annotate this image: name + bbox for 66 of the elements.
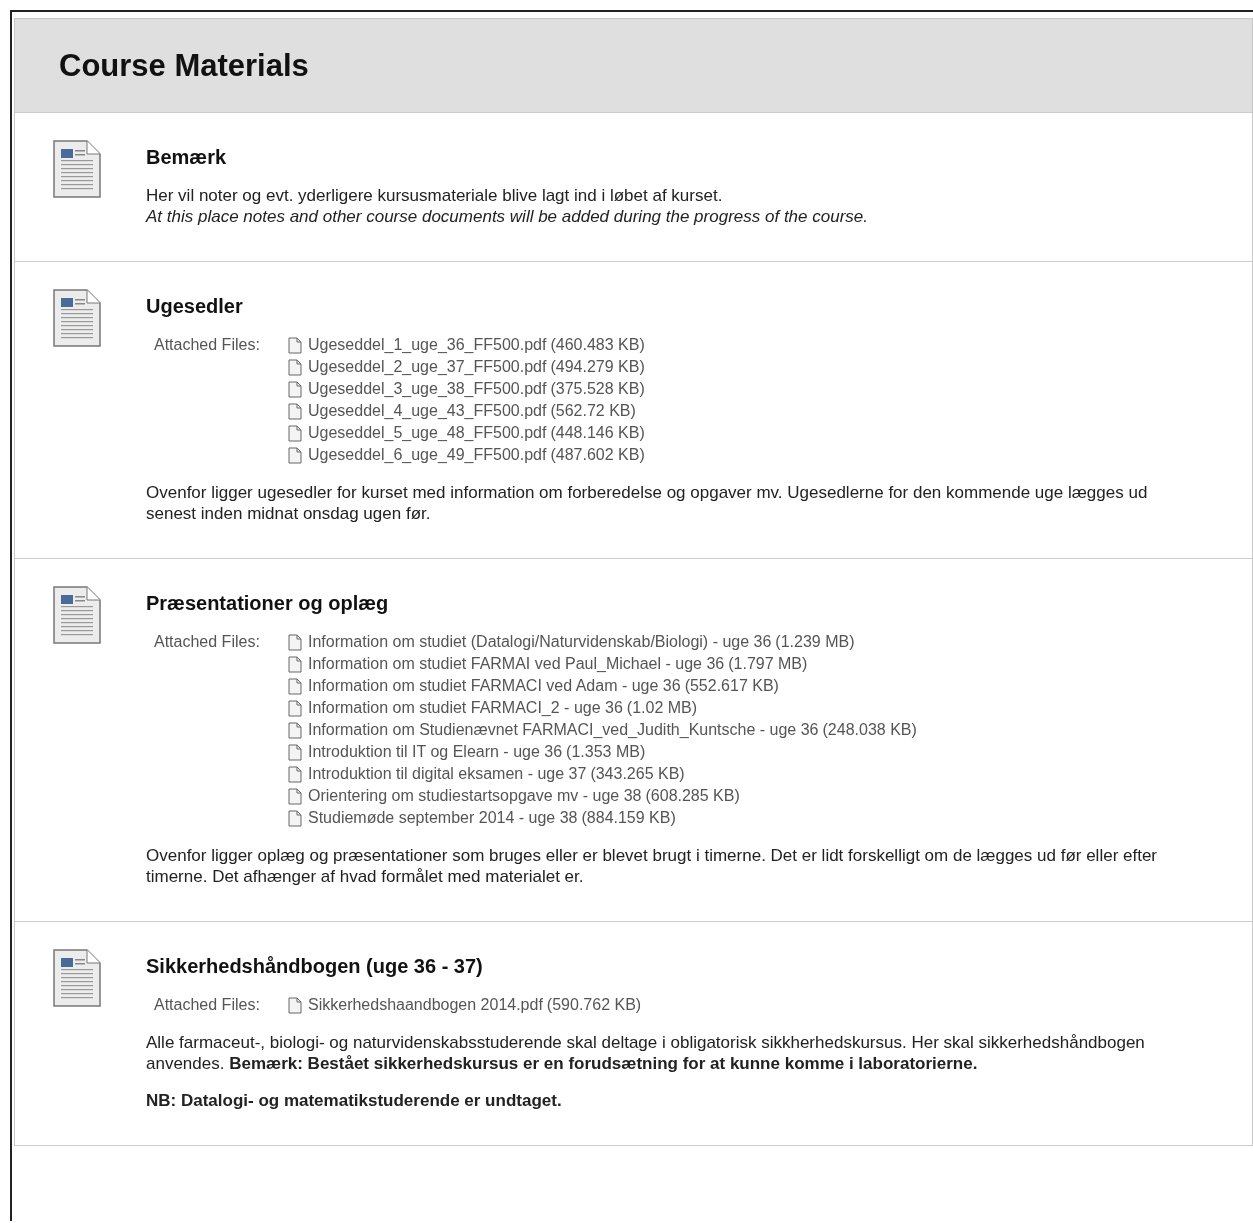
file-size: (460.483 KB): [550, 336, 645, 354]
file-link[interactable]: Introduktion til digital eksamen - uge 37: [308, 765, 587, 783]
file-link[interactable]: Introduktion til IT og Elearn - uge 36: [308, 743, 563, 761]
file-icon: [288, 765, 302, 783]
description-text: Ovenfor ligger ugesedler for kurset med information om forberedelse og opgaver mv. Ugesedlerne for den kommende uge lægges ud senest inden midnat onsdag ugen før.: [146, 482, 1149, 524]
file-icon: [288, 336, 302, 354]
document-icon: [53, 586, 101, 644]
file-icon: [288, 787, 302, 805]
document-icon: [53, 289, 101, 347]
file-size: (487.602 KB): [550, 446, 645, 464]
file-link[interactable]: Orientering om studiestartsopgave mv - uge 38: [308, 787, 642, 805]
file-link[interactable]: Ugeseddel_5_uge_48_FF500.pdf: [308, 424, 547, 442]
file-link[interactable]: Information om studiet FARMACI_2 - uge 36: [308, 699, 623, 717]
document-icon: [53, 140, 101, 198]
file-link[interactable]: Information om studiet (Datalogi/Naturvidenskab/Biologi) - uge 36: [308, 633, 772, 651]
attached-files-label: Attached Files:: [154, 995, 261, 1015]
item-title[interactable]: Sikkerhedshåndbogen (uge 36 - 37): [146, 955, 1192, 978]
file-size: (343.265 KB): [590, 765, 685, 783]
document-icon: [53, 949, 101, 1007]
file-size: (590.762 KB): [546, 996, 642, 1014]
file-icon: [288, 358, 302, 376]
file-link[interactable]: Ugeseddel_4_uge_43_FF500.pdf: [308, 402, 547, 420]
item-title[interactable]: Ugesedler: [146, 295, 1192, 318]
description-text: NB: Datalogi- og matematikstuderende er undtaget.: [146, 1090, 563, 1111]
file-link[interactable]: Sikkerhedshaandbogen 2014.pdf: [308, 996, 543, 1014]
file-icon: [288, 743, 302, 761]
file-size: (494.279 KB): [550, 358, 645, 376]
file-icon: [288, 699, 302, 717]
attached-files-label: Attached Files:: [154, 632, 261, 652]
file-size: (1.239 MB): [775, 633, 855, 651]
file-size: (608.285 KB): [645, 787, 740, 805]
file-size: (248.038 KB): [822, 721, 917, 739]
file-icon: [288, 677, 302, 695]
file-icon: [288, 996, 302, 1014]
description-text: Alle farmaceut-, biologi- og naturvidenskabsstuderende skal deltage i obligatorisk sikkherhedskursus. Her skal sikkerhedshåndbogen anvendes. Bemærk: Bestået sikkerhedskursus er en forudsætning for at kunne komme i laboratorierne.: [146, 1032, 1146, 1074]
file-icon: [288, 402, 302, 420]
file-link[interactable]: Ugeseddel_2_uge_37_FF500.pdf: [308, 358, 547, 376]
file-size: (562.72 KB): [550, 402, 636, 420]
attached-files-label: Attached Files:: [154, 335, 261, 355]
file-size: (1.02 MB): [626, 699, 698, 717]
file-icon: [288, 633, 302, 651]
file-icon: [288, 721, 302, 739]
description-text: Her vil noter og evt. yderligere kursusmateriale blive lagt ind i løbet af kurset.: [146, 185, 724, 206]
file-icon: [288, 424, 302, 442]
file-size: (1.353 MB): [566, 743, 646, 761]
file-size: (884.159 KB): [581, 809, 676, 827]
file-icon: [288, 809, 302, 827]
file-link[interactable]: Studiemøde september 2014 - uge 38: [308, 809, 578, 827]
file-link[interactable]: Information om studiet FARMACI ved Adam - uge 36: [308, 677, 681, 695]
file-size: (552.617 KB): [684, 677, 779, 695]
file-icon: [288, 380, 302, 398]
description-text: Ovenfor ligger oplæg og præsentationer som bruges eller er blevet brugt i timerne. Det er lidt forskelligt om de lægges ud før eller efter timerne. Det afhænger af hvad formålet med materialet er.: [146, 845, 1159, 887]
file-link[interactable]: Ugeseddel_6_uge_49_FF500.pdf: [308, 446, 547, 464]
file-size: (448.146 KB): [550, 424, 645, 442]
file-icon: [288, 655, 302, 673]
file-icon: [288, 446, 302, 464]
page-title: Course Materials: [59, 47, 309, 84]
file-link[interactable]: Ugeseddel_3_uge_38_FF500.pdf: [308, 380, 547, 398]
file-size: (1.797 MB): [728, 655, 808, 673]
file-link[interactable]: Information om Studienævnet FARMACI_ved_Judith_Kuntsche - uge 36: [308, 721, 819, 739]
file-link[interactable]: Information om studiet FARMAI ved Paul_Michael - uge 36: [308, 655, 725, 673]
file-size: (375.528 KB): [550, 380, 645, 398]
item-title[interactable]: Bemærk: [146, 146, 1192, 169]
description-text: At this place notes and other course documents will be added during the progress of the course.: [146, 206, 869, 227]
item-title[interactable]: Præsentationer og oplæg: [146, 592, 1192, 615]
file-link[interactable]: Ugeseddel_1_uge_36_FF500.pdf: [308, 336, 547, 354]
